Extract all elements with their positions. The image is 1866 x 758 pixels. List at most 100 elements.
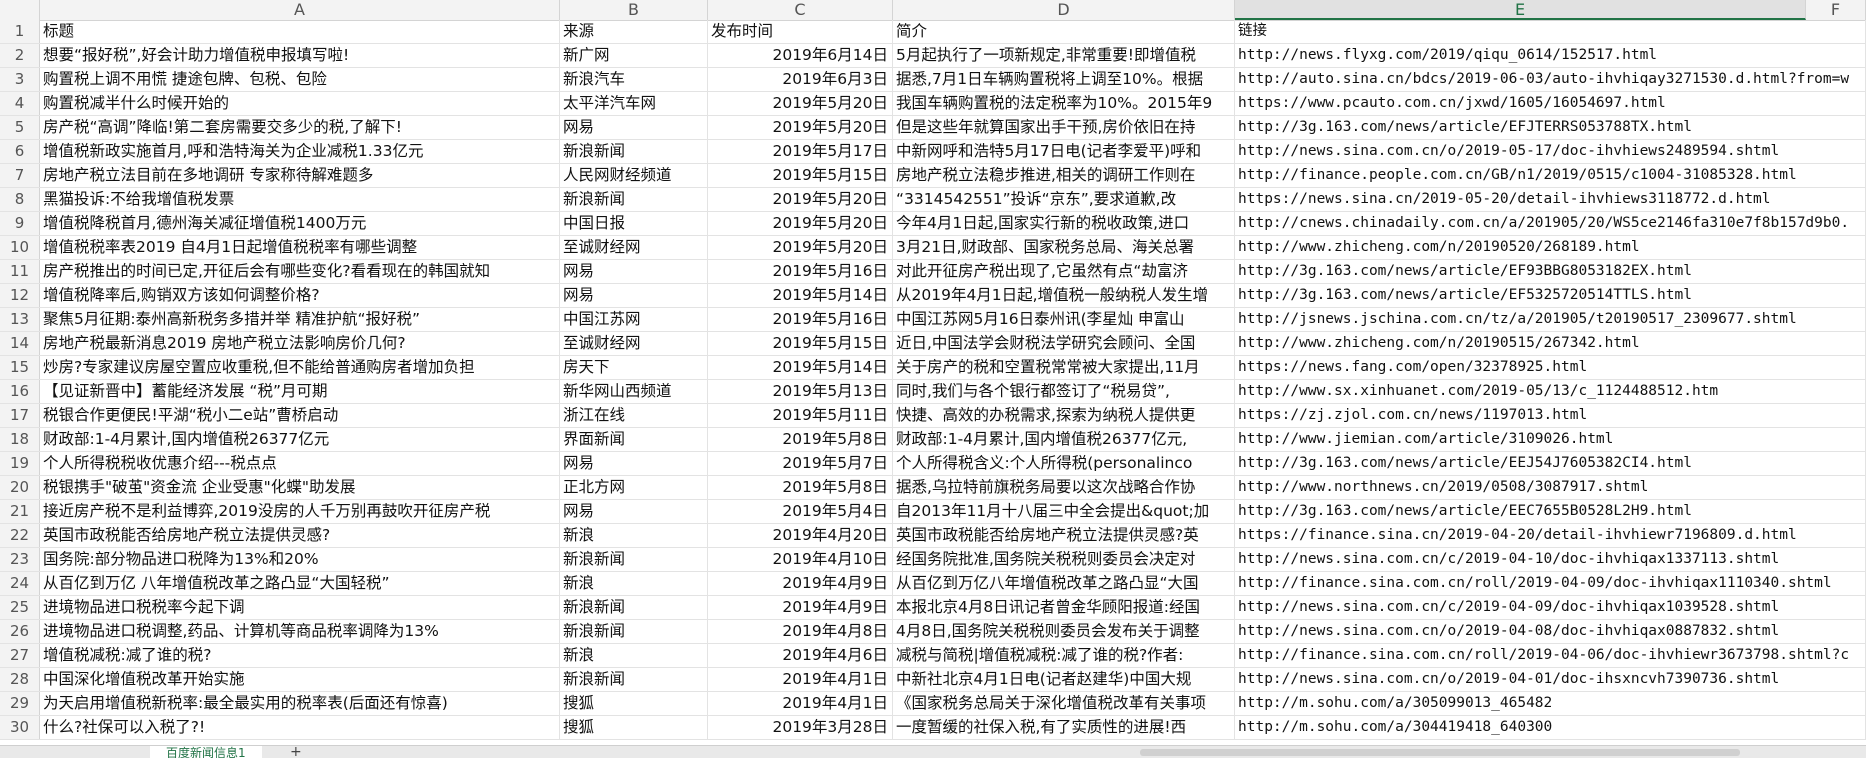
- cell-title[interactable]: 中国深化增值税改革开始实施: [40, 668, 560, 691]
- cell-title[interactable]: 增值税新政实施首月,呼和浩特海关为企业减税1.33亿元: [40, 140, 560, 163]
- cell-source[interactable]: 人民网财经频道: [560, 164, 708, 187]
- cell-date[interactable]: 2019年5月15日: [708, 332, 893, 355]
- cell-source[interactable]: 搜狐: [560, 692, 708, 715]
- row-number[interactable]: 12: [0, 284, 40, 307]
- cell-summary[interactable]: 财政部:1-4月累计,国内增值税26377亿元,: [893, 428, 1235, 451]
- cell-source[interactable]: 正北方网: [560, 476, 708, 499]
- cell-empty[interactable]: [1806, 68, 1866, 91]
- cell-title[interactable]: 从百亿到万亿 八年增值税改革之路凸显“大国轻税”: [40, 572, 560, 595]
- cell-date[interactable]: 2019年5月4日: [708, 500, 893, 523]
- column-header-b[interactable]: B: [560, 0, 708, 20]
- cell-empty[interactable]: [1806, 116, 1866, 139]
- cell-summary[interactable]: 据悉,7月1日车辆购置税将上调至10%。根据: [893, 68, 1235, 91]
- cell-summary[interactable]: 中国江苏网5月16日泰州讯(李星灿 申富山: [893, 308, 1235, 331]
- cell-date[interactable]: 2019年4月1日: [708, 692, 893, 715]
- cell-title[interactable]: 购置税减半什么时候开始的: [40, 92, 560, 115]
- cell-title[interactable]: 聚焦5月征期:泰州高新税务多措并举 精准护航“报好税”: [40, 308, 560, 331]
- row-number[interactable]: 30: [0, 716, 40, 739]
- cell-empty[interactable]: [1806, 644, 1866, 667]
- cell-source[interactable]: 中国江苏网: [560, 308, 708, 331]
- cell-link[interactable]: http://www.zhicheng.com/n/20190520/26818…: [1235, 236, 1806, 259]
- cell-empty[interactable]: [1806, 260, 1866, 283]
- select-all-corner[interactable]: [0, 0, 40, 20]
- cell-source[interactable]: 房天下: [560, 356, 708, 379]
- cell-empty[interactable]: [1806, 356, 1866, 379]
- cell-title[interactable]: 房地产税立法目前在多地调研 专家称待解难题多: [40, 164, 560, 187]
- cell-summary[interactable]: 今年4月1日起,国家实行新的税收政策,进口: [893, 212, 1235, 235]
- row-number[interactable]: 23: [0, 548, 40, 571]
- cell-date[interactable]: 2019年5月8日: [708, 428, 893, 451]
- cell-title[interactable]: 为天启用增值税新税率:最全最实用的税率表(后面还有惊喜): [40, 692, 560, 715]
- cell-summary[interactable]: 从2019年4月1日起,增值税一般纳税人发生增: [893, 284, 1235, 307]
- cell-date[interactable]: 2019年4月10日: [708, 548, 893, 571]
- cell-title[interactable]: 房产税“高调”降临!第二套房需要交多少的税,了解下!: [40, 116, 560, 139]
- cell-date[interactable]: 2019年5月16日: [708, 308, 893, 331]
- cell-summary[interactable]: 房地产税立法稳步推进,相关的调研工作则在: [893, 164, 1235, 187]
- cell-empty[interactable]: [1806, 332, 1866, 355]
- cell-summary[interactable]: 关于房产的税和空置税常常被大家提出,11月: [893, 356, 1235, 379]
- cell-empty[interactable]: [1806, 524, 1866, 547]
- row-number[interactable]: 16: [0, 380, 40, 403]
- column-header-a[interactable]: A: [40, 0, 560, 20]
- cell-link[interactable]: http://www.sx.xinhuanet.com/2019-05/13/c…: [1235, 380, 1806, 403]
- cell-link[interactable]: http://m.sohu.com/a/305099013_465482: [1235, 692, 1806, 715]
- row-number[interactable]: 24: [0, 572, 40, 595]
- cell-summary[interactable]: 经国务院批准,国务院关税税则委员会决定对: [893, 548, 1235, 571]
- cell-date[interactable]: 2019年5月16日: [708, 260, 893, 283]
- cell-link[interactable]: http://3g.163.com/news/article/EEC7655B0…: [1235, 500, 1806, 523]
- cell-source[interactable]: 网易: [560, 116, 708, 139]
- cell-source[interactable]: 来源: [560, 20, 708, 43]
- sheet-tab[interactable]: 百度新闻信息1: [150, 746, 262, 758]
- cell-summary[interactable]: 个人所得税含义:个人所得税(personalinco: [893, 452, 1235, 475]
- cell-source[interactable]: 网易: [560, 260, 708, 283]
- cell-summary[interactable]: 本报北京4月8日讯记者曾金华顾阳报道:经国: [893, 596, 1235, 619]
- cell-title[interactable]: 国务院:部分物品进口税降为13%和20%: [40, 548, 560, 571]
- row-number[interactable]: 2: [0, 44, 40, 67]
- row-number[interactable]: 27: [0, 644, 40, 667]
- cell-title[interactable]: 英国市政税能否给房地产税立法提供灵感?: [40, 524, 560, 547]
- cell-empty[interactable]: [1806, 668, 1866, 691]
- cell-date[interactable]: 2019年4月1日: [708, 668, 893, 691]
- cell-empty[interactable]: [1806, 620, 1866, 643]
- cell-link[interactable]: http://www.northnews.cn/2019/0508/308791…: [1235, 476, 1806, 499]
- row-number[interactable]: 17: [0, 404, 40, 427]
- cell-summary[interactable]: 快捷、高效的办税需求,探索为纳税人提供更: [893, 404, 1235, 427]
- cell-source[interactable]: 新浪汽车: [560, 68, 708, 91]
- cell-link[interactable]: 链接: [1235, 20, 1806, 43]
- cell-link[interactable]: http://news.sina.com.cn/o/2019-05-17/doc…: [1235, 140, 1806, 163]
- cell-summary[interactable]: 《国家税务总局关于深化增值税改革有关事项: [893, 692, 1235, 715]
- cell-empty[interactable]: [1806, 428, 1866, 451]
- cell-title[interactable]: 增值税税率表2019 自4月1日起增值税税率有哪些调整: [40, 236, 560, 259]
- cell-source[interactable]: 中国日报: [560, 212, 708, 235]
- cell-link[interactable]: http://news.sina.com.cn/o/2019-04-01/doc…: [1235, 668, 1806, 691]
- cell-source[interactable]: 浙江在线: [560, 404, 708, 427]
- cell-empty[interactable]: [1806, 596, 1866, 619]
- cell-date[interactable]: 2019年6月14日: [708, 44, 893, 67]
- cell-date[interactable]: 2019年5月15日: [708, 164, 893, 187]
- row-number[interactable]: 4: [0, 92, 40, 115]
- cell-link[interactable]: http://news.flyxg.com/2019/qiqu_0614/152…: [1235, 44, 1806, 67]
- cell-link[interactable]: http://finance.people.com.cn/GB/n1/2019/…: [1235, 164, 1806, 187]
- cell-date[interactable]: 2019年5月7日: [708, 452, 893, 475]
- cell-date[interactable]: 2019年5月20日: [708, 188, 893, 211]
- cell-summary[interactable]: 减税与简税|增值税减税:减了谁的税?作者:: [893, 644, 1235, 667]
- cell-link[interactable]: http://jsnews.jschina.com.cn/tz/a/201905…: [1235, 308, 1806, 331]
- column-header-f[interactable]: F: [1806, 0, 1866, 20]
- cell-title[interactable]: 什么?社保可以入税了?!: [40, 716, 560, 739]
- row-number[interactable]: 29: [0, 692, 40, 715]
- cell-summary[interactable]: 从百亿到万亿八年增值税改革之路凸显“大国: [893, 572, 1235, 595]
- row-number[interactable]: 1: [0, 20, 40, 43]
- cell-summary[interactable]: 一度暂缓的社保入税,有了实质性的进展!西: [893, 716, 1235, 739]
- row-number[interactable]: 10: [0, 236, 40, 259]
- cell-summary[interactable]: 英国市政税能否给房地产税立法提供灵感?英: [893, 524, 1235, 547]
- cell-empty[interactable]: [1806, 404, 1866, 427]
- cell-source[interactable]: 新华网山西频道: [560, 380, 708, 403]
- cell-empty[interactable]: [1806, 308, 1866, 331]
- cell-link[interactable]: http://3g.163.com/news/article/EEJ54J760…: [1235, 452, 1806, 475]
- row-number[interactable]: 9: [0, 212, 40, 235]
- cell-title[interactable]: 税银携手"破茧"资金流 企业受惠"化蝶"助发展: [40, 476, 560, 499]
- cell-title[interactable]: 【见证新晋中】蓄能经济发展 “税”月可期: [40, 380, 560, 403]
- cell-date[interactable]: 2019年5月20日: [708, 236, 893, 259]
- cell-summary[interactable]: 据悉,乌拉特前旗税务局要以这次战略合作协: [893, 476, 1235, 499]
- column-header-c[interactable]: C: [708, 0, 893, 20]
